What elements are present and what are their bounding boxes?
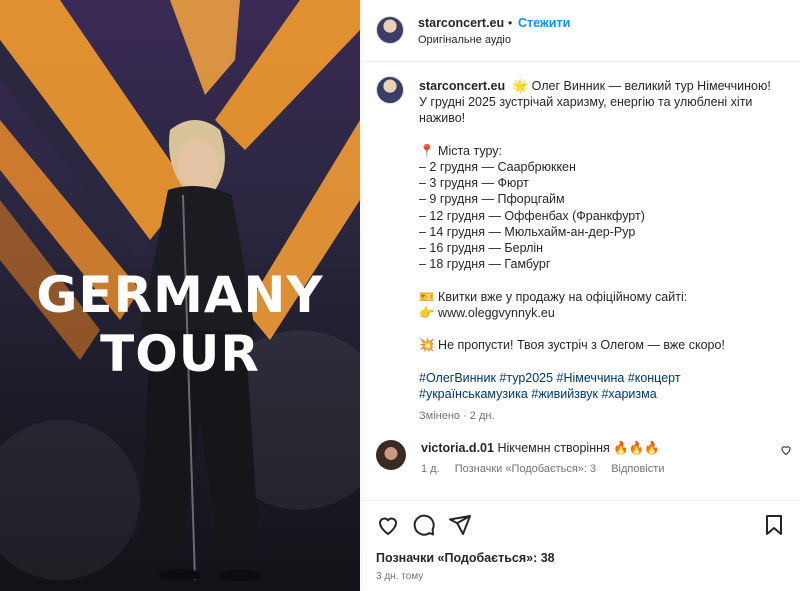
caption-line: – 2 грудня — Саарбрюккен <box>419 160 576 175</box>
header-username[interactable]: starconcert.eu <box>418 16 504 30</box>
audio-label[interactable]: Оригінальне аудіо <box>418 34 511 46</box>
comment: victoria.d.01 Нікчемнн створіння 🔥🔥🔥 1 д… <box>376 440 796 480</box>
caption-line: – 16 грудня — Берлін <box>419 241 544 256</box>
caption-line: – 9 грудня — Пфорцгайм <box>419 192 565 207</box>
caption-line <box>419 127 789 143</box>
caption-line <box>419 321 789 337</box>
comment-age: 1 д. <box>421 463 440 475</box>
separator-dot: • <box>508 16 513 30</box>
overlay-title-line1: GERMANY <box>36 266 324 324</box>
post-details: starconcert.eu • Стежити Оригінальне ауд… <box>361 0 800 591</box>
caption-body: starconcert.eu 🌟 Олег Винник — великий т… <box>419 78 789 424</box>
caption-line <box>419 272 789 288</box>
caption-line: – 18 грудня — Гамбург <box>419 257 551 272</box>
caption-line: – 12 грудня — Оффенбах (Франкфурт) <box>419 208 645 223</box>
post-media[interactable]: GERMANY TOUR <box>0 0 360 591</box>
reply-button[interactable]: Відповісти <box>611 463 664 475</box>
bookmark-icon[interactable] <box>762 513 786 537</box>
comment-icon[interactable] <box>412 513 436 537</box>
caption-line: наживо! <box>419 111 466 126</box>
likes-count[interactable]: Позначки «Подобається»: 38 <box>376 551 555 565</box>
hashtags-line1[interactable]: #ОлегВинник #тур2025 #Німеччина #концерт <box>419 370 789 386</box>
avatar[interactable] <box>376 16 404 44</box>
comment-avatar[interactable] <box>376 440 406 470</box>
caption-line: 📍 Міста туру: <box>419 143 502 158</box>
comment-username[interactable]: victoria.d.01 <box>421 441 494 455</box>
caption-line: 💥 Не пропусти! Твоя зустріч з Олегом — в… <box>419 338 725 353</box>
edited-timestamp: Змінено · 2 дн. <box>419 410 495 423</box>
caption-line: 🌟 Олег Винник — великий тур Німеччиною! <box>512 79 771 93</box>
caption-line: – 3 грудня — Фюрт <box>419 176 529 191</box>
comment-content: victoria.d.01 Нікчемнн створіння 🔥🔥🔥 <box>421 441 660 456</box>
caption-avatar[interactable] <box>376 76 404 104</box>
caption-line <box>419 353 789 369</box>
caption-first-line: starconcert.eu 🌟 Олег Винник — великий т… <box>419 78 789 94</box>
overlay-title-line2: TOUR <box>100 325 260 383</box>
post-actions: Позначки «Подобається»: 38 3 дн. тому <box>362 500 800 591</box>
comment-meta: 1 д. Позначки «Подобається»: 3 Відповіст… <box>421 463 676 475</box>
caption-username[interactable]: starconcert.eu <box>419 79 505 93</box>
caption-line: – 14 грудня — Мюльхайм-ан-дер-Рур <box>419 224 636 239</box>
caption-line: У грудні 2025 зустрічай харизму, енергію… <box>419 95 753 110</box>
follow-button[interactable]: Стежити <box>518 16 570 30</box>
comment-likes[interactable]: Позначки «Подобається»: 3 <box>455 463 596 475</box>
comment-like-icon[interactable] <box>780 444 792 456</box>
hashtags-line2[interactable]: #українськамузика #живийзвук #харизма <box>419 386 789 402</box>
caption-line: 👉 www.oleggvynnyk.eu <box>419 305 555 320</box>
comment-text: Нікчемнн створіння 🔥🔥🔥 <box>497 441 660 455</box>
like-icon[interactable] <box>376 513 400 537</box>
share-icon[interactable] <box>448 513 472 537</box>
caption-line: 🎫 Квитки вже у продажу на офіційному сай… <box>419 289 688 304</box>
post-timestamp[interactable]: 3 дн. тому <box>376 571 423 582</box>
post-header: starconcert.eu • Стежити Оригінальне ауд… <box>362 0 800 62</box>
